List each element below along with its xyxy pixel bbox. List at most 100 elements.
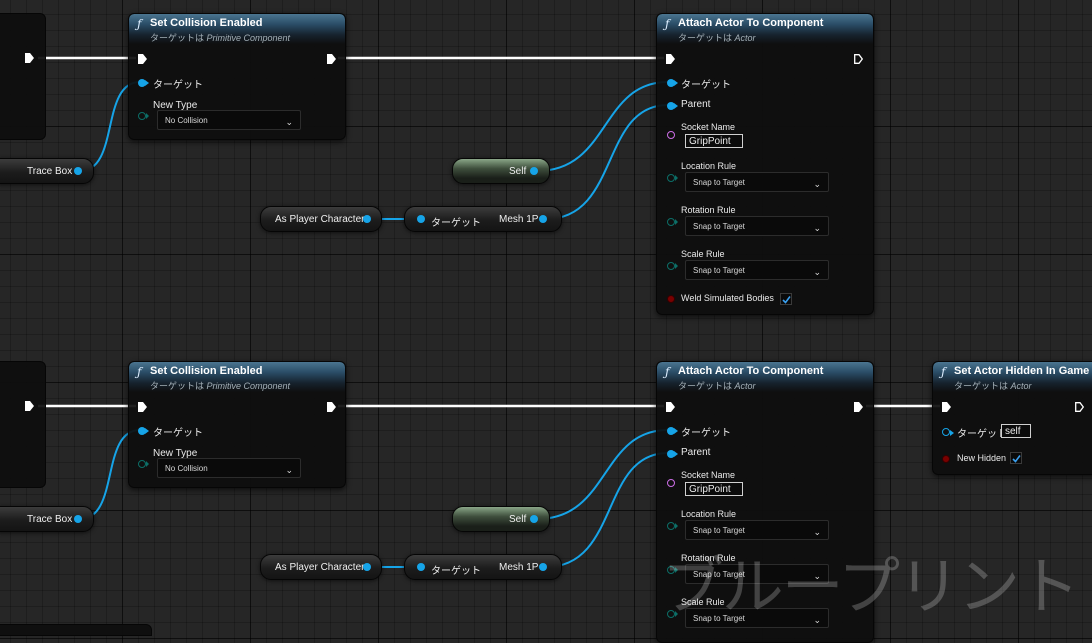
socket-name-input[interactable]: GripPoint [685,134,743,148]
rotation-rule-pin-icon[interactable] [667,218,678,226]
location-rule-pin-icon[interactable] [667,174,678,182]
node-header: ƒ Set Collision Enabled ターゲットは Primitive… [129,14,345,44]
function-icon: ƒ [137,17,142,31]
target-pin-icon[interactable] [417,563,425,571]
as-player-character-node[interactable]: As Player Character [260,554,382,580]
exec-out-pin-icon[interactable] [854,402,863,412]
set-collision-node[interactable]: ƒ Set Collision Enabled ターゲットは Primitive… [128,361,346,488]
exec-out-pin-icon[interactable] [327,54,336,64]
output-pin-icon[interactable] [530,167,538,175]
new-hidden-label: New Hidden [957,453,1007,463]
node-header: ƒ Set Actor Hidden In Game ターゲットは Actor [933,362,1092,392]
exec-in-pin-icon[interactable] [138,54,147,64]
function-icon: ƒ [941,365,946,379]
self-node[interactable]: Self [452,158,550,184]
new-hidden-pin-icon[interactable] [942,455,950,463]
chevron-down-icon: ⌄ [813,267,821,277]
attach-actor-node[interactable]: ƒ Attach Actor To Component ターゲットは Actor… [656,13,874,315]
target-pin-icon[interactable] [138,427,149,435]
new-type-dropdown[interactable]: No Collision ⌄ [157,458,301,478]
node-header: ƒ Set Collision Enabled ターゲットは Primitive… [129,362,345,392]
weld-pin-icon[interactable] [667,295,675,303]
mesh-1p-getter-node[interactable]: ターゲット Mesh 1P [404,554,562,580]
parent-pin-icon[interactable] [667,450,678,458]
node-subtitle: ターゲットは Primitive Component [150,33,291,43]
socket-name-pin-icon[interactable] [667,479,675,487]
weld-simulated-bodies-label: Weld Simulated Bodies [681,293,774,303]
socket-name-label: Socket Name [681,122,736,132]
output-pin-icon[interactable] [74,515,82,523]
partial-node-left[interactable] [0,13,46,140]
node-subtitle: ターゲットは Actor [678,381,756,391]
exec-in-pin-icon[interactable] [138,402,147,412]
trace-box-variable[interactable]: Trace Box [0,506,94,532]
exec-in-pin-icon[interactable] [666,402,675,412]
new-hidden-checkbox[interactable] [1010,452,1022,464]
node-title: Set Actor Hidden In Game [954,365,1090,377]
trace-box-variable[interactable]: Trace Box [0,158,94,184]
exec-out-pin-icon[interactable] [25,53,34,63]
location-rule-pin-icon[interactable] [667,522,678,530]
target-label: ターゲット [957,429,1007,440]
parent-label: Parent [681,447,711,458]
output-pin-icon[interactable] [363,215,371,223]
partial-node-left[interactable] [0,361,46,488]
rotation-rule-dropdown[interactable]: Snap to Target ⌄ [685,216,829,236]
socket-name-label: Socket Name [681,470,736,480]
output-pin-icon[interactable] [539,215,547,223]
target-pin-icon[interactable] [942,428,954,436]
set-actor-hidden-node[interactable]: ƒ Set Actor Hidden In Game ターゲットは Actor … [932,361,1092,475]
exec-in-pin-icon[interactable] [666,54,675,64]
node-subtitle: ターゲットは Primitive Component [150,381,291,391]
target-pin-icon[interactable] [667,79,678,87]
function-icon: ƒ [665,17,670,31]
parent-pin-icon[interactable] [667,102,678,110]
mesh-1p-getter-node[interactable]: ターゲット Mesh 1P [404,206,562,232]
socket-name-input[interactable]: GripPoint [685,482,743,496]
chevron-down-icon: ⌄ [813,179,821,189]
weld-checkbox[interactable] [780,293,792,305]
output-pin-icon[interactable] [530,515,538,523]
node-title: Set Collision Enabled [150,365,263,377]
exec-in-pin-icon[interactable] [942,402,951,412]
new-type-dropdown[interactable]: No Collision ⌄ [157,110,301,130]
as-player-character-node[interactable]: As Player Character [260,206,382,232]
new-type-pin-icon[interactable] [138,460,149,468]
exec-out-pin-icon[interactable] [854,54,863,64]
output-pin-icon[interactable] [74,167,82,175]
parent-label: Parent [681,99,711,110]
node-title: Attach Actor To Component [678,17,824,29]
location-rule-label: Location Rule [681,161,737,171]
scale-rule-label: Scale Rule [681,249,725,259]
socket-name-pin-icon[interactable] [667,131,675,139]
function-icon: ƒ [137,365,142,379]
exec-out-pin-icon[interactable] [1075,402,1084,412]
data-wire [536,81,669,172]
target-pin-icon[interactable] [667,427,678,435]
checkmark-icon [1012,455,1021,463]
target-label: ターゲット [153,80,203,91]
blueprint-watermark: ブループリント [661,550,1080,623]
target-label: ターゲット [681,80,731,91]
node-subtitle: ターゲットは Actor [678,33,756,43]
output-pin-icon[interactable] [539,563,547,571]
node-header: ƒ Attach Actor To Component ターゲットは Actor [657,14,873,44]
node-subtitle: ターゲットは Actor [954,381,1032,391]
exec-out-pin-icon[interactable] [25,401,34,411]
self-node[interactable]: Self [452,506,550,532]
data-wire [536,429,669,520]
data-wire [545,452,669,568]
partial-node-bottom[interactable] [0,624,152,636]
target-self-input[interactable]: self [1001,424,1031,438]
location-rule-dropdown[interactable]: Snap to Target ⌄ [685,172,829,192]
target-pin-icon[interactable] [138,79,149,87]
node-header: ƒ Attach Actor To Component ターゲットは Actor [657,362,873,392]
new-type-pin-icon[interactable] [138,112,149,120]
output-pin-icon[interactable] [363,563,371,571]
set-collision-node[interactable]: ƒ Set Collision Enabled ターゲットは Primitive… [128,13,346,140]
exec-out-pin-icon[interactable] [327,402,336,412]
scale-rule-pin-icon[interactable] [667,262,678,270]
target-pin-icon[interactable] [417,215,425,223]
scale-rule-dropdown[interactable]: Snap to Target ⌄ [685,260,829,280]
data-wire [545,104,669,220]
